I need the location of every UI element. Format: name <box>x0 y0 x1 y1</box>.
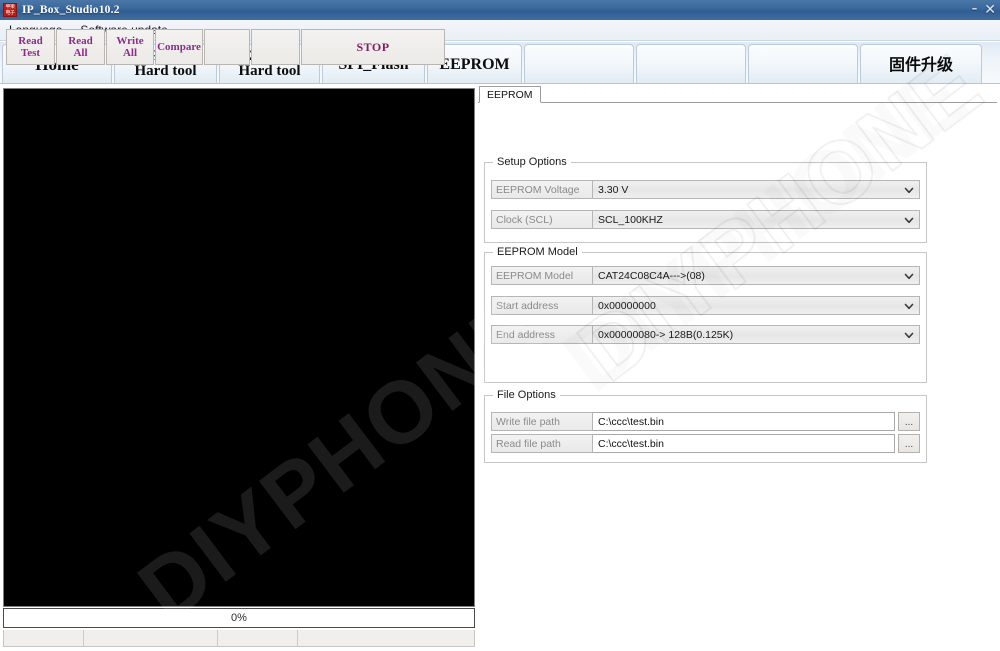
read-all-line2: All <box>73 47 88 59</box>
eeprom-model-select[interactable]: CAT24C08C4A--->(08) <box>593 266 920 285</box>
end-address-select[interactable]: 0x00000080-> 128B(0.125K) <box>593 325 920 344</box>
setup-options-group-label: Setup Options <box>493 156 571 168</box>
clock-scl-value: SCL_100KHZ <box>598 213 663 226</box>
chevron-down-icon <box>904 215 914 224</box>
window-title: IP_Box_Studio10.2 <box>22 4 120 16</box>
tab-32-64bit-line2: Hard tool <box>238 63 301 79</box>
start-address-row: Start address 0x00000000 <box>491 296 920 315</box>
read-file-path-input[interactable]: C:\ccc\test.bin <box>593 434 895 453</box>
setup-options-group: Setup Options <box>484 156 927 243</box>
read-all-line1: Read <box>68 35 93 47</box>
read-file-path-label: Read file path <box>491 434 593 453</box>
read-test-button[interactable]: Read Test <box>6 29 55 65</box>
title-bar: 苹果 电子 IP_Box_Studio10.2 – ✕ <box>0 0 1000 20</box>
start-address-label: Start address <box>491 296 593 315</box>
tab-blank-1[interactable] <box>524 44 634 83</box>
eeprom-model-group-label: EEPROM Model <box>493 246 582 258</box>
chevron-down-icon <box>904 271 914 280</box>
file-options-group-label: File Options <box>493 389 560 401</box>
stop-button-label: STOP <box>356 40 390 54</box>
status-cell-1 <box>4 630 84 646</box>
status-cell-3 <box>218 630 298 646</box>
tab-firmware-upgrade[interactable]: 固件升级 <box>860 44 982 83</box>
status-bar <box>3 630 475 647</box>
console-output-panel[interactable] <box>3 88 475 607</box>
progress-label: 0% <box>231 612 247 624</box>
compare-line1: Compare <box>157 41 201 53</box>
write-all-line2: All <box>122 47 138 59</box>
compare-button[interactable]: Compare <box>155 29 203 65</box>
eeprom-voltage-value: 3.30 V <box>598 183 629 196</box>
sub-tab-eeprom[interactable]: EEPROM <box>479 86 541 103</box>
read-file-path-row: Read file path C:\ccc\test.bin ... <box>491 434 920 453</box>
sub-tab-bar <box>478 86 997 103</box>
write-file-path-label: Write file path <box>491 412 593 431</box>
end-address-row: End address 0x00000080-> 128B(0.125K) <box>491 325 920 344</box>
eeprom-model-row: EEPROM Model CAT24C08C4A--->(08) <box>491 266 920 285</box>
tab-pcie-line2: Hard tool <box>134 63 197 79</box>
clock-scl-row: Clock (SCL) SCL_100KHZ <box>491 210 920 229</box>
stop-button[interactable]: STOP <box>301 29 445 65</box>
action-button-row: Read Test Read All Write All Compare STO… <box>6 29 446 65</box>
status-cell-4 <box>298 630 474 646</box>
eeprom-voltage-label: EEPROM Voltage <box>491 180 593 199</box>
blank-button-a[interactable] <box>204 29 250 65</box>
tab-firmware-upgrade-line1: 固件升级 <box>888 54 953 74</box>
close-icon[interactable]: ✕ <box>984 3 996 17</box>
write-all-line1: Write <box>116 35 144 47</box>
clock-scl-select[interactable]: SCL_100KHZ <box>593 210 920 229</box>
read-all-button[interactable]: Read All <box>56 29 105 65</box>
tab-blank-3[interactable] <box>748 44 858 83</box>
start-address-select[interactable]: 0x00000000 <box>593 296 920 315</box>
clock-scl-label: Clock (SCL) <box>491 210 593 229</box>
application-window: 苹果 电子 IP_Box_Studio10.2 – ✕ Language Sof… <box>0 0 1000 651</box>
write-file-path-value: C:\ccc\test.bin <box>598 415 664 428</box>
read-file-path-value: C:\ccc\test.bin <box>598 437 664 450</box>
start-address-value: 0x00000000 <box>598 299 656 312</box>
sub-tab-eeprom-label: EEPROM <box>487 88 533 101</box>
app-icon: 苹果 电子 <box>3 3 17 17</box>
write-file-browse-button[interactable]: ... <box>898 412 920 431</box>
read-test-line2: Test <box>20 47 41 59</box>
chevron-down-icon <box>904 330 914 339</box>
eeprom-voltage-row: EEPROM Voltage 3.30 V <box>491 180 920 199</box>
tab-eeprom-line1: EEPROM <box>439 55 510 73</box>
status-cell-2 <box>84 630 218 646</box>
eeprom-model-value: CAT24C08C4A--->(08) <box>598 269 705 282</box>
tab-blank-2[interactable] <box>636 44 746 83</box>
end-address-value: 0x00000080-> 128B(0.125K) <box>598 328 734 341</box>
eeprom-voltage-select[interactable]: 3.30 V <box>593 180 920 199</box>
end-address-label: End address <box>491 325 593 344</box>
write-file-path-row: Write file path C:\ccc\test.bin ... <box>491 412 920 431</box>
eeprom-model-label: EEPROM Model <box>491 266 593 285</box>
chevron-down-icon <box>904 185 914 194</box>
read-test-line1: Read <box>18 35 43 47</box>
app-icon-text-bottom: 电子 <box>5 10 15 16</box>
blank-button-b[interactable] <box>251 29 300 65</box>
progress-bar: 0% <box>3 608 475 628</box>
minimize-icon[interactable]: – <box>972 2 978 15</box>
chevron-down-icon <box>904 301 914 310</box>
write-all-button[interactable]: Write All <box>106 29 154 65</box>
write-file-path-input[interactable]: C:\ccc\test.bin <box>593 412 895 431</box>
read-file-browse-button[interactable]: ... <box>898 434 920 453</box>
window-controls: – ✕ <box>972 0 996 20</box>
